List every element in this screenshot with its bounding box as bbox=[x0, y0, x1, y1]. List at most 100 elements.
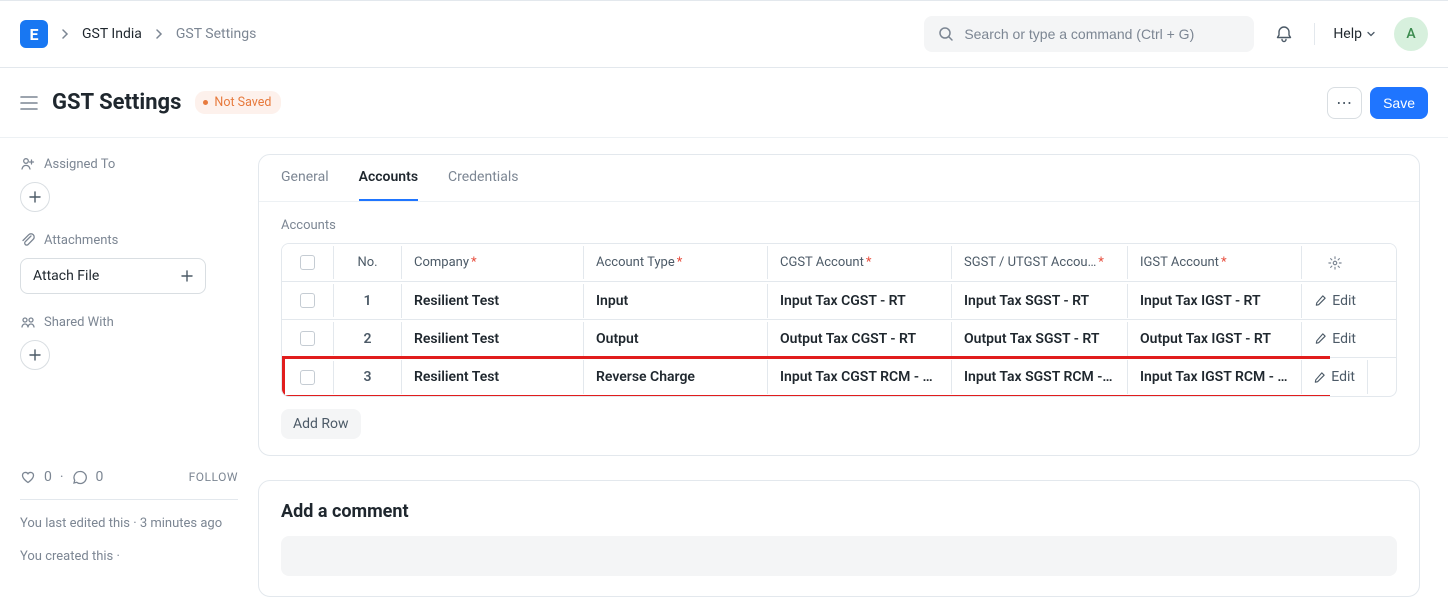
col-sgst: SGST / UTGST Accou…* bbox=[952, 246, 1128, 279]
attachments-label: Attachments bbox=[20, 232, 238, 248]
cell-cgst[interactable]: Input Tax CGST RCM - … bbox=[768, 360, 952, 394]
col-cgst: CGST Account* bbox=[768, 246, 952, 279]
engagement-bar: 0 · 0 FOLLOW bbox=[20, 469, 238, 485]
accounts-section-label: Accounts bbox=[259, 202, 1419, 243]
help-label: Help bbox=[1333, 26, 1362, 42]
comment-title: Add a comment bbox=[259, 481, 1419, 536]
col-no: No. bbox=[334, 246, 402, 279]
cell-igst[interactable]: Input Tax IGST RCM - RT bbox=[1128, 360, 1302, 394]
user-avatar[interactable]: A bbox=[1394, 17, 1428, 51]
comment-input[interactable] bbox=[281, 536, 1397, 576]
status-badge: Not Saved bbox=[195, 91, 281, 114]
body: Assigned To Attachments Attach File Shar… bbox=[0, 138, 1448, 586]
page-title: GST Settings bbox=[52, 90, 181, 115]
divider bbox=[20, 499, 238, 500]
help-dropdown[interactable]: Help bbox=[1333, 26, 1376, 42]
cell-sgst[interactable]: Input Tax SGST RCM - … bbox=[952, 360, 1128, 394]
main-content: General Accounts Credentials Accounts No… bbox=[258, 138, 1448, 586]
chevron-right-icon bbox=[60, 29, 70, 39]
cell-account-type[interactable]: Reverse Charge bbox=[584, 360, 768, 394]
col-settings[interactable] bbox=[1302, 247, 1368, 279]
row-checkbox[interactable] bbox=[300, 331, 315, 346]
table-header: No. Company* Account Type* CGST Account*… bbox=[282, 244, 1396, 282]
cell-company[interactable]: Resilient Test bbox=[402, 322, 584, 356]
dot-separator: · bbox=[60, 469, 64, 485]
row-checkbox[interactable] bbox=[300, 293, 315, 308]
accounts-table-wrap: No. Company* Account Type* CGST Account*… bbox=[259, 243, 1419, 455]
attach-file-button[interactable]: Attach File bbox=[20, 258, 206, 294]
pencil-icon bbox=[1313, 371, 1326, 384]
cell-sgst[interactable]: Output Tax SGST - RT bbox=[952, 322, 1128, 356]
notifications-icon[interactable] bbox=[1272, 22, 1296, 46]
row-checkbox[interactable] bbox=[300, 370, 315, 385]
search-input[interactable] bbox=[964, 26, 1240, 42]
attach-file-label: Attach File bbox=[33, 268, 99, 284]
add-row-button[interactable]: Add Row bbox=[281, 409, 361, 439]
plus-icon bbox=[181, 270, 193, 282]
tabs: General Accounts Credentials bbox=[259, 155, 1419, 202]
more-actions-button[interactable]: ⋯ bbox=[1327, 87, 1362, 119]
cell-no: 1 bbox=[334, 284, 402, 318]
avatar-letter: A bbox=[1406, 26, 1415, 42]
edit-row-button[interactable]: Edit bbox=[1302, 284, 1368, 318]
accounts-card: General Accounts Credentials Accounts No… bbox=[258, 154, 1420, 456]
tab-credentials[interactable]: Credentials bbox=[448, 169, 518, 201]
chevron-right-icon bbox=[154, 29, 164, 39]
timeline-last-edited: You last edited this · 3 minutes ago bbox=[20, 514, 238, 535]
status-text: Not Saved bbox=[214, 95, 271, 110]
cell-cgst[interactable]: Output Tax CGST - RT bbox=[768, 322, 952, 356]
breadcrumb-parent[interactable]: GST India bbox=[82, 26, 142, 42]
app-logo[interactable]: E bbox=[20, 20, 48, 48]
breadcrumb-current: GST Settings bbox=[176, 26, 257, 42]
cell-sgst[interactable]: Input Tax SGST - RT bbox=[952, 284, 1128, 318]
search-icon bbox=[938, 26, 954, 42]
comment-card: Add a comment bbox=[258, 480, 1420, 597]
chevron-down-icon bbox=[1366, 29, 1376, 39]
navbar: E GST India GST Settings Help A bbox=[0, 0, 1448, 68]
cell-account-type[interactable]: Input bbox=[584, 284, 768, 318]
page-toolbar: GST Settings Not Saved ⋯ Save bbox=[0, 68, 1448, 138]
cell-igst[interactable]: Output Tax IGST - RT bbox=[1128, 322, 1302, 356]
edit-row-button[interactable]: Edit bbox=[1302, 322, 1368, 356]
navbar-right: Help A bbox=[924, 16, 1428, 52]
separator bbox=[1314, 23, 1315, 45]
cell-igst[interactable]: Input Tax IGST - RT bbox=[1128, 284, 1302, 318]
col-igst: IGST Account* bbox=[1128, 246, 1302, 279]
table-row[interactable]: 2Resilient TestOutputOutput Tax CGST - R… bbox=[282, 320, 1396, 358]
col-account-type: Account Type* bbox=[584, 246, 768, 279]
heart-icon[interactable] bbox=[20, 469, 36, 485]
sidebar-bottom: 0 · 0 FOLLOW You last edited this · 3 mi… bbox=[20, 469, 238, 568]
comment-icon[interactable] bbox=[72, 469, 88, 485]
cell-no: 3 bbox=[334, 360, 402, 394]
tab-accounts[interactable]: Accounts bbox=[359, 169, 418, 201]
assigned-to-label: Assigned To bbox=[20, 156, 238, 172]
toolbar-actions: ⋯ Save bbox=[1327, 87, 1428, 119]
cell-company[interactable]: Resilient Test bbox=[402, 360, 584, 394]
accounts-table: No. Company* Account Type* CGST Account*… bbox=[281, 243, 1397, 397]
logo-letter: E bbox=[30, 25, 39, 44]
follow-button[interactable]: FOLLOW bbox=[189, 470, 238, 484]
add-shared-with-button[interactable] bbox=[20, 340, 50, 370]
user-plus-icon bbox=[20, 156, 36, 172]
col-company: Company* bbox=[402, 246, 584, 279]
left-sidebar: Assigned To Attachments Attach File Shar… bbox=[0, 138, 258, 586]
cell-no: 2 bbox=[334, 322, 402, 356]
pencil-icon bbox=[1314, 294, 1327, 307]
ellipsis-icon: ⋯ bbox=[1336, 93, 1353, 113]
cell-account-type[interactable]: Output bbox=[584, 322, 768, 356]
pencil-icon bbox=[1314, 332, 1327, 345]
sidebar-toggle-icon[interactable] bbox=[20, 96, 38, 110]
select-all-checkbox[interactable] bbox=[300, 255, 315, 270]
cell-cgst[interactable]: Input Tax CGST - RT bbox=[768, 284, 952, 318]
table-row[interactable]: 3Resilient TestReverse ChargeInput Tax C… bbox=[282, 358, 1396, 396]
search-box[interactable] bbox=[924, 16, 1254, 52]
save-button[interactable]: Save bbox=[1370, 87, 1428, 119]
add-assignee-button[interactable] bbox=[20, 182, 50, 212]
cell-company[interactable]: Resilient Test bbox=[402, 284, 584, 318]
shared-with-label: Shared With bbox=[20, 314, 238, 330]
share-icon bbox=[20, 314, 36, 330]
table-row[interactable]: 1Resilient TestInputInput Tax CGST - RTI… bbox=[282, 282, 1396, 320]
tab-general[interactable]: General bbox=[281, 169, 329, 201]
edit-row-button[interactable]: Edit bbox=[1302, 360, 1368, 394]
likes-count: 0 bbox=[44, 469, 52, 485]
